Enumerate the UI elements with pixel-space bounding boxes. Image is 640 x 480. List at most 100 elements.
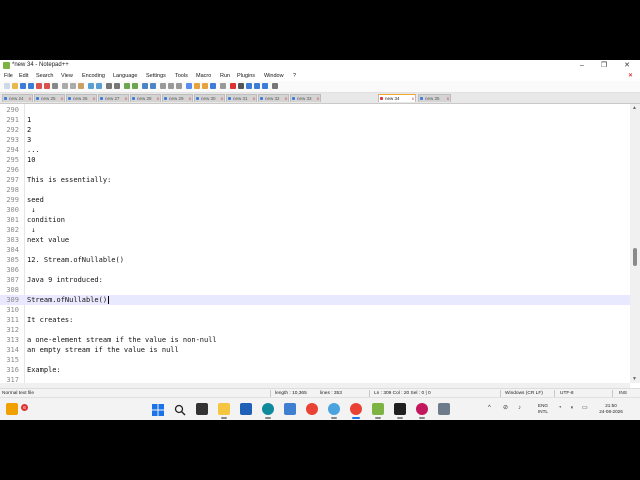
editor-line[interactable]: 306: [0, 265, 630, 275]
editor-line[interactable]: 317: [0, 375, 630, 383]
editor-line[interactable]: 295 10: [0, 155, 630, 165]
menu-macro[interactable]: Macro: [196, 73, 211, 79]
menu-view[interactable]: View: [61, 73, 73, 79]
monitoring-icon[interactable]: [220, 83, 226, 89]
zoom-out-icon[interactable]: [132, 83, 138, 89]
folder-workspace-icon[interactable]: [210, 83, 216, 89]
menu-edit[interactable]: Edit: [19, 73, 28, 79]
close-icon[interactable]: [36, 83, 42, 89]
tab-close-icon[interactable]: x: [285, 95, 287, 102]
find-icon[interactable]: [106, 83, 112, 89]
tab-close-icon[interactable]: x: [61, 95, 63, 102]
tab-new-28[interactable]: new 28 x: [130, 94, 161, 102]
editor-line[interactable]: 290: [0, 105, 630, 115]
show-all-chars-icon[interactable]: [168, 83, 174, 89]
editor-line[interactable]: 292 2: [0, 125, 630, 135]
weather-widget-icon[interactable]: 6: [6, 403, 28, 415]
file-explorer-icon[interactable]: [218, 403, 230, 419]
clock-date[interactable]: 24-08-2026: [594, 409, 628, 414]
redo-icon[interactable]: [96, 83, 102, 89]
paste-icon[interactable]: [78, 83, 84, 89]
close-window-button[interactable]: ✕: [616, 60, 638, 71]
menu-window[interactable]: Window: [264, 73, 284, 79]
spell-check-icon[interactable]: [272, 83, 278, 89]
tab-close-icon[interactable]: x: [189, 95, 191, 102]
tab-new-29[interactable]: new 29 x: [162, 94, 193, 102]
media-app-icon[interactable]: [416, 403, 428, 419]
replace-icon[interactable]: [114, 83, 120, 89]
editor-line[interactable]: 300 ↓: [0, 205, 630, 215]
tab-new-32[interactable]: new 32 x: [258, 94, 289, 102]
function-list-icon[interactable]: [202, 83, 208, 89]
play-macro-icon[interactable]: [246, 83, 252, 89]
tab-close-icon[interactable]: x: [317, 95, 319, 102]
editor-line[interactable]: 310: [0, 305, 630, 315]
mail-icon[interactable]: [284, 403, 296, 415]
print-icon[interactable]: [52, 83, 58, 89]
tab-close-icon[interactable]: x: [221, 95, 223, 102]
tab-close-icon[interactable]: x: [93, 95, 95, 102]
editor-line[interactable]: 297 This is essentially:: [0, 175, 630, 185]
tab-new-31[interactable]: new 31 x: [226, 94, 257, 102]
tab-new-33[interactable]: new 33 x: [290, 94, 321, 102]
tab-new-26[interactable]: new 26 x: [66, 94, 97, 102]
edge-icon[interactable]: [262, 403, 274, 419]
menu-search[interactable]: Search: [36, 73, 53, 79]
network-off-icon[interactable]: ⊘: [503, 404, 508, 413]
menu-tools[interactable]: Tools: [175, 73, 188, 79]
language-indicator-top[interactable]: ENG: [534, 403, 552, 408]
zoom-in-icon[interactable]: [124, 83, 130, 89]
editor-line[interactable]: 313 a one-element stream if the value is …: [0, 335, 630, 345]
menu-encoding[interactable]: Encoding: [82, 73, 105, 79]
editor-line[interactable]: 308: [0, 285, 630, 295]
scroll-down-icon[interactable]: ▼: [632, 376, 637, 382]
tab-new-27[interactable]: new 27 x: [98, 94, 129, 102]
editor-line[interactable]: 309 Stream.ofNullable(): [0, 295, 630, 305]
doc-map-icon[interactable]: [194, 83, 200, 89]
tab-new-34[interactable]: new 34 x: [378, 94, 416, 102]
editor-line[interactable]: 314 an empty stream if the value is null: [0, 345, 630, 355]
title-bar[interactable]: *new 34 - Notepad++ – ❐ ✕: [0, 60, 640, 71]
editor-line[interactable]: 304: [0, 245, 630, 255]
editor-line[interactable]: 299 seed: [0, 195, 630, 205]
menu-file[interactable]: File: [4, 73, 13, 79]
store-icon[interactable]: [240, 403, 252, 415]
tab-close-icon[interactable]: x: [412, 95, 414, 102]
save-macro-icon[interactable]: [262, 83, 268, 89]
editor-line[interactable]: 315: [0, 355, 630, 365]
sync-horizontal-icon[interactable]: [150, 83, 156, 89]
close-document-icon[interactable]: ✕: [628, 72, 633, 79]
tab-new-24[interactable]: new 24 x: [2, 94, 33, 102]
skype-icon[interactable]: [328, 403, 340, 419]
word-wrap-icon[interactable]: [160, 83, 166, 89]
new-file-icon[interactable]: [4, 83, 10, 89]
tab-close-icon[interactable]: x: [29, 95, 31, 102]
editor-line[interactable]: 303 next value: [0, 235, 630, 245]
menu-plugins[interactable]: Plugins: [237, 73, 255, 79]
editor-line[interactable]: 298: [0, 185, 630, 195]
settings-icon[interactable]: [438, 403, 450, 415]
editor-line[interactable]: 296: [0, 165, 630, 175]
copy-icon[interactable]: [70, 83, 76, 89]
notepadpp-taskbar-icon[interactable]: [372, 403, 384, 419]
volume-icon[interactable]: ◖: [570, 404, 574, 413]
text-editor[interactable]: 290 291 1 292 2 293 3 294... 295 10 296 297 This is …: [0, 104, 630, 383]
editor-line[interactable]: 291 1: [0, 115, 630, 125]
task-view-icon[interactable]: [196, 403, 208, 415]
save-icon[interactable]: [20, 83, 26, 89]
save-all-icon[interactable]: [28, 83, 34, 89]
maximize-button[interactable]: ❐: [593, 60, 615, 71]
editor-line[interactable]: 316 Example:: [0, 365, 630, 375]
indent-guide-icon[interactable]: [176, 83, 182, 89]
record-macro-icon[interactable]: [230, 83, 236, 89]
menu-language[interactable]: Language: [113, 73, 137, 79]
tab-close-icon[interactable]: x: [447, 95, 449, 102]
menu-run[interactable]: Run: [220, 73, 230, 79]
wifi-icon[interactable]: ◔: [558, 404, 562, 413]
tab-close-icon[interactable]: x: [253, 95, 255, 102]
language-icon[interactable]: [186, 83, 192, 89]
editor-line[interactable]: 294...: [0, 145, 630, 155]
battery-icon[interactable]: ▭: [582, 404, 588, 413]
minimize-button[interactable]: –: [571, 60, 593, 71]
language-indicator-bottom[interactable]: INTL: [534, 409, 552, 414]
